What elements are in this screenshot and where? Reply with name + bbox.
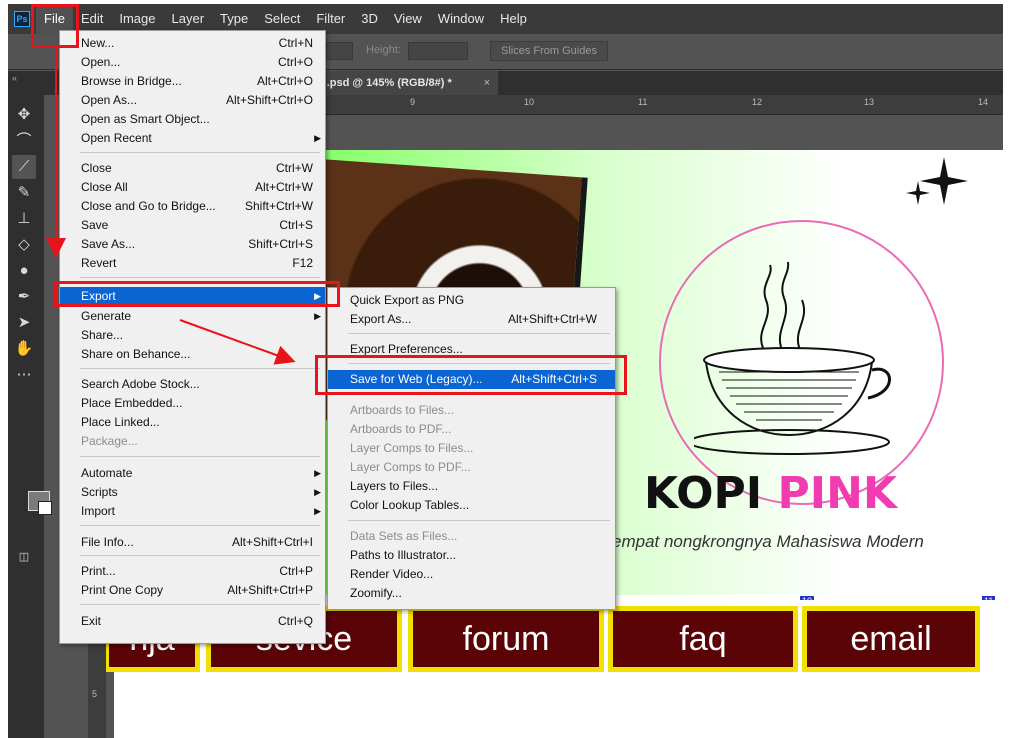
photoshop-window: Ps File Edit Image Layer Type Select Fil… — [8, 4, 1003, 738]
annotation-arrow-diagonal — [179, 319, 296, 365]
annotation-arrows — [46, 46, 296, 365]
